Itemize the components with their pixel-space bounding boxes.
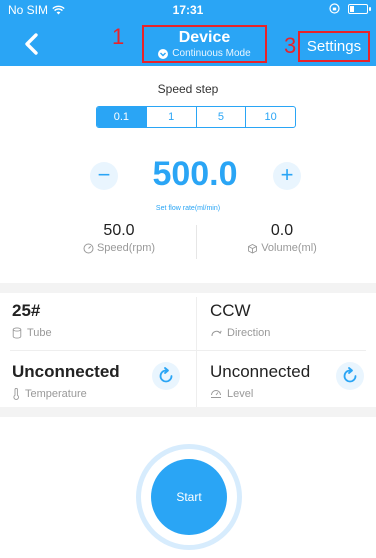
chevron-left-icon [25, 33, 38, 55]
volume-label-row: Volume(ml) [222, 242, 342, 254]
device-title-box[interactable]: Device Continuous Mode [142, 25, 267, 63]
direction-label-row: Direction [210, 327, 270, 339]
level-value: Unconnected [210, 362, 311, 381]
volume-metric: 0.0 Volume(ml) [222, 222, 342, 254]
orientation-lock-icon [329, 3, 340, 14]
tube-value: 25# [12, 301, 41, 320]
speed-metric: 50.0 Speed(rpm) [59, 222, 179, 254]
back-button[interactable] [20, 30, 44, 58]
tube-icon [12, 327, 22, 339]
temperature-cell: Unconnected Temperature [12, 362, 120, 400]
direction-label: Direction [227, 327, 271, 339]
grid-divider-horizontal [10, 350, 366, 351]
grid-divider-vertical [196, 297, 197, 407]
tube-cell[interactable]: 25# Tube [12, 301, 52, 339]
settings-button[interactable]: Settings [298, 31, 370, 62]
app-header: No SIM 17:31 1 Device Continuous Mode 3 … [0, 0, 376, 66]
speed-label-row: Speed(rpm) [59, 242, 179, 254]
status-right [329, 3, 371, 14]
refresh-level-button[interactable] [336, 362, 364, 390]
start-button[interactable]: Start [151, 459, 227, 535]
refresh-temperature-button[interactable] [152, 362, 180, 390]
temperature-label: Temperature [25, 388, 87, 400]
speed-step-option-0-1[interactable]: 0.1 [97, 107, 147, 127]
annotation-3: 3 [284, 33, 297, 58]
speed-step-option-1[interactable]: 1 [147, 107, 197, 127]
mode-label: Continuous Mode [172, 48, 251, 59]
section-separator [0, 283, 376, 293]
decrease-button[interactable]: − [90, 162, 118, 190]
increase-button[interactable]: + [273, 162, 301, 190]
direction-cell[interactable]: CCW Direction [210, 301, 270, 339]
chevron-down-icon [158, 48, 169, 59]
metric-divider [196, 225, 197, 259]
tube-label-row: Tube [12, 327, 52, 339]
level-gauge-icon [211, 390, 221, 398]
speed-label: Speed(rpm) [96, 242, 156, 254]
speed-step-selector: 0.1 1 5 10 [96, 106, 296, 128]
refresh-icon [343, 367, 357, 383]
direction-value: CCW [210, 301, 251, 320]
cube-icon [248, 243, 258, 254]
status-bar: No SIM 17:31 [0, 0, 376, 20]
speed-value: 50.0 [103, 222, 135, 239]
thermometer-icon [13, 388, 19, 400]
speed-step-option-5[interactable]: 5 [197, 107, 247, 127]
speedometer-icon [83, 243, 94, 253]
page-title: Device [178, 29, 231, 46]
mode-selector[interactable]: Continuous Mode [144, 48, 265, 59]
volume-value: 0.0 [270, 222, 294, 239]
battery-icon [348, 3, 371, 14]
temperature-value: Unconnected [12, 362, 120, 381]
flow-rate-label: Set flow rate(ml/min) [155, 205, 221, 212]
speed-step-option-10[interactable]: 10 [246, 107, 295, 127]
level-label: Level [227, 388, 254, 400]
level-label-row: Level [210, 388, 310, 400]
flow-rate-value: 500.0 [152, 155, 238, 193]
section-separator-bottom [0, 407, 376, 417]
annotation-1: 1 [112, 24, 125, 49]
tube-label: Tube [27, 327, 52, 339]
level-cell: Unconnected Level [210, 362, 310, 400]
speed-step-label: Speed step [157, 82, 219, 96]
status-time: 17:31 [172, 3, 204, 17]
temperature-label-row: Temperature [12, 388, 120, 400]
refresh-icon [159, 367, 173, 383]
volume-label: Volume(ml) [261, 242, 317, 254]
rotate-direction-icon [211, 330, 222, 337]
